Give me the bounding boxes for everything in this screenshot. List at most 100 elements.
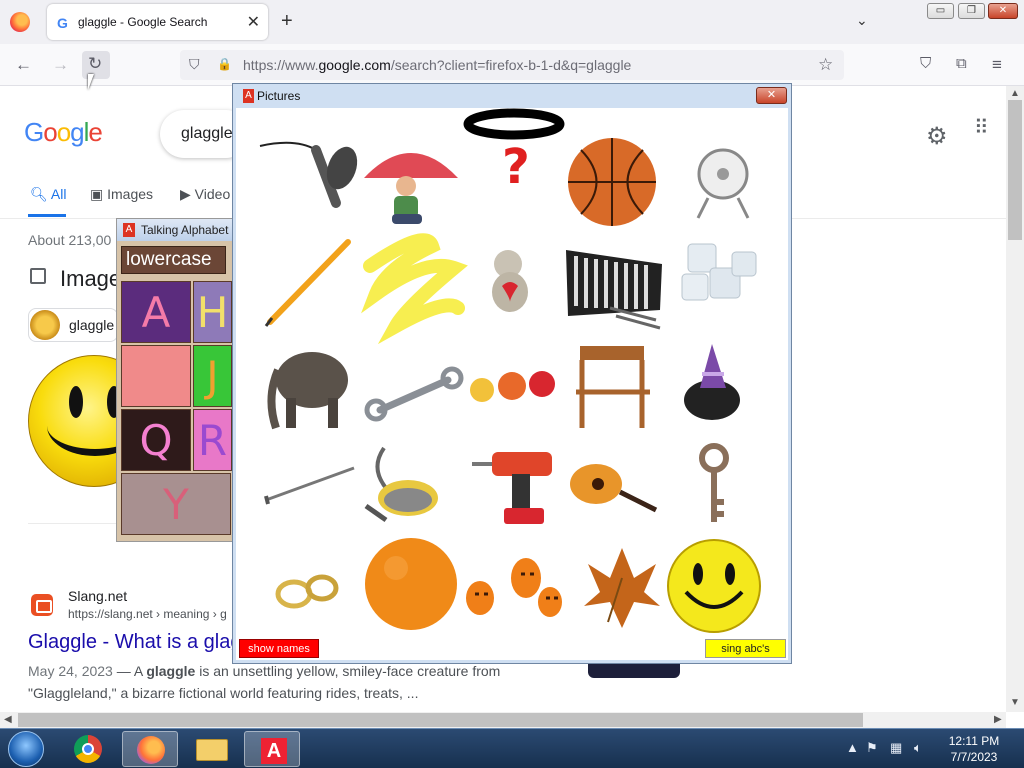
question-mark-icon[interactable]: ?: [463, 108, 565, 195]
apples-icon[interactable]: [470, 371, 555, 402]
pocket-icon[interactable]: ⛉: [920, 55, 931, 72]
google-logo[interactable]: Google: [24, 117, 103, 148]
logo-letter: o: [56, 117, 72, 147]
guitar-icon[interactable]: [570, 464, 658, 513]
teddy-bear-icon[interactable]: [492, 250, 528, 312]
search-input[interactable]: glaggle: [181, 125, 233, 143]
site-favicon-icon: [31, 594, 53, 616]
start-button[interactable]: [8, 731, 44, 767]
google-apps-icon[interactable]: ⠿: [974, 118, 996, 138]
chip-label: glaggle: [69, 317, 115, 333]
alphabet-app-icon: A: [261, 738, 287, 764]
chair-icon[interactable]: [576, 346, 650, 428]
folder-icon: [196, 739, 228, 761]
lowercase-button[interactable]: lowercase: [121, 246, 226, 274]
jack-o-lanterns-icon[interactable]: [466, 558, 562, 617]
yarn-icon[interactable]: [361, 233, 468, 345]
rings-icon[interactable]: [275, 574, 339, 609]
letter-tile-y[interactable]: Y: [121, 473, 231, 535]
sing-abcs-button[interactable]: sing abc's: [705, 639, 786, 658]
forward-icon[interactable]: →: [52, 55, 69, 75]
google-favicon-icon: G: [57, 15, 68, 31]
letter-tile-h[interactable]: H: [193, 281, 232, 343]
back-icon[interactable]: ←: [15, 55, 32, 75]
show-names-button[interactable]: show names: [239, 639, 319, 658]
letter-tile-a[interactable]: A: [121, 281, 191, 343]
drill-icon[interactable]: [472, 452, 552, 524]
tab-active-indicator: [28, 214, 66, 217]
tracking-protection-shield-icon[interactable]: ⛉: [189, 56, 200, 73]
scroll-up-arrow-icon[interactable]: ▲: [1010, 88, 1020, 99]
horizontal-scroll-thumb[interactable]: [18, 713, 863, 727]
scroll-down-arrow-icon[interactable]: ▼: [1010, 697, 1020, 708]
umbrella-icon[interactable]: [364, 153, 458, 224]
tab-close-icon[interactable]: ✕: [247, 12, 260, 32]
search-icon: 🔍︎: [30, 186, 48, 202]
microphone-icon[interactable]: [259, 141, 363, 208]
scroll-left-arrow-icon[interactable]: ◀: [4, 714, 12, 725]
firefox-icon: [137, 736, 165, 764]
url-text[interactable]: https://www.google.com/search?client=fir…: [243, 57, 631, 73]
result-title-link[interactable]: Glaggle - What is a glag: [28, 631, 241, 654]
taskbar-firefox-button[interactable]: [122, 731, 178, 767]
basketball-icon[interactable]: [568, 138, 656, 226]
window-close-button[interactable]: ✕: [988, 3, 1018, 19]
mouse-cursor-icon: [88, 74, 100, 90]
reload-icon[interactable]: ↻: [88, 54, 102, 74]
taskbar-alphabet-button[interactable]: A: [244, 731, 300, 767]
taskbar-explorer-button[interactable]: [184, 731, 240, 767]
logo-letter: o: [43, 117, 58, 147]
play-icon: ▶: [180, 186, 191, 202]
system-clock[interactable]: 12:11 PM 7/7/2023: [938, 733, 1010, 765]
fan-icon[interactable]: [696, 148, 750, 219]
pencil-icon[interactable]: [264, 239, 351, 327]
image-icon: ▣: [90, 186, 104, 202]
smiley-face-icon[interactable]: [667, 539, 761, 633]
restore-button[interactable]: ❐: [958, 3, 985, 19]
elephant-icon[interactable]: [267, 352, 348, 430]
minimize-button[interactable]: ▭: [927, 3, 954, 19]
wrench-icon[interactable]: [364, 366, 464, 422]
talking-alphabet-title[interactable]: Talking Alphabet: [117, 219, 235, 241]
lock-icon[interactable]: 🔒: [217, 57, 232, 71]
app-menu-icon[interactable]: ≡: [992, 55, 1002, 75]
vertical-scroll-thumb[interactable]: [1008, 100, 1022, 240]
nail-icon[interactable]: [264, 466, 355, 505]
orange-icon[interactable]: [365, 538, 457, 630]
letter-tile-q[interactable]: Q: [121, 409, 191, 471]
images-heading: Image: [60, 266, 122, 291]
new-tab-button[interactable]: +: [281, 10, 293, 33]
taskbar-chrome-button[interactable]: [62, 731, 118, 767]
letter-tile-r[interactable]: R: [193, 409, 232, 471]
action-center-flag-icon[interactable]: ⚑: [866, 740, 878, 756]
vacuum-cleaner-icon[interactable]: [364, 446, 438, 523]
pictures-close-button[interactable]: ✕: [756, 87, 787, 104]
tab-videos[interactable]: ▶ Video: [180, 186, 230, 203]
logo-letter: g: [70, 117, 85, 147]
key-icon[interactable]: [699, 443, 729, 522]
letter-tile-i[interactable]: I: [121, 345, 191, 407]
images-section-icon: [30, 268, 46, 284]
result-site-name[interactable]: Slang.net: [68, 588, 127, 604]
tab-images[interactable]: ▣ Images: [90, 186, 153, 203]
letter-tile-j[interactable]: J: [193, 345, 232, 407]
tab-google-search[interactable]: G glaggle - Google Search ✕: [47, 4, 268, 40]
maple-leaf-icon[interactable]: [584, 548, 660, 628]
clock-date: 7/7/2023: [950, 750, 998, 764]
volume-muted-icon[interactable]: 🔈︎: [914, 740, 922, 756]
list-all-tabs-icon[interactable]: ⌄: [856, 12, 868, 29]
result-url[interactable]: https://slang.net › meaning › g: [68, 607, 227, 621]
pictures-title[interactable]: Pictures: [236, 86, 788, 106]
ice-cubes-icon[interactable]: [681, 243, 757, 301]
xylophone-icon[interactable]: [566, 250, 662, 330]
tab-all[interactable]: 🔍︎ All: [30, 186, 66, 203]
network-icon[interactable]: ▦: [890, 740, 902, 756]
scroll-right-arrow-icon[interactable]: ▶: [994, 714, 1002, 725]
pictures-grid: ?: [236, 108, 788, 660]
show-hidden-icons-icon[interactable]: ▲: [846, 740, 859, 755]
bookmark-star-icon[interactable]: ☆: [818, 55, 833, 75]
extensions-icon[interactable]: ⧉: [956, 55, 967, 72]
settings-gear-icon[interactable]: ⚙: [926, 122, 948, 151]
witch-hat-icon[interactable]: [684, 344, 740, 420]
chip-thumbnail: [30, 310, 60, 340]
